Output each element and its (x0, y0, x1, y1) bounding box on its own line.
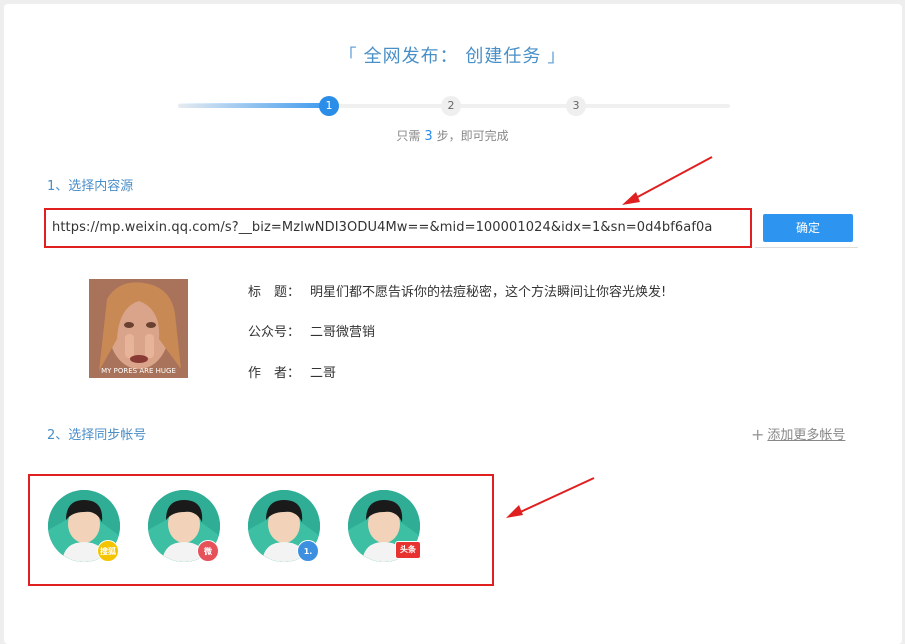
confirm-button[interactable]: 确定 (763, 214, 853, 242)
steps-hint-prefix: 只需 (396, 129, 421, 143)
title-subtitle: 创建任务 (465, 46, 542, 67)
yidian-badge-icon: 1. (297, 540, 319, 562)
step-1[interactable]: 1 (319, 96, 339, 116)
page-title: 「全网发布： 创建任务」 (0, 42, 905, 68)
article-title-row: 标 题： 明星们都不愿告诉你的祛痘秘密，这个方法瞬间让你容光焕发! (248, 281, 666, 300)
weibo-badge-icon: 微 (197, 540, 219, 562)
article-title-value: 明星们都不愿告诉你的祛痘秘密，这个方法瞬间让你容光焕发! (310, 285, 667, 300)
title-bracket-close: 」 (547, 46, 567, 67)
step-track-fill (178, 103, 330, 108)
article-author-row: 作 者： 二哥 (248, 362, 336, 381)
steps-hint-suffix: 步，即可完成 (436, 129, 509, 143)
section-label-sync-accounts: 2、选择同步帐号 (47, 428, 147, 443)
url-input-highlight (44, 208, 752, 248)
steps-hint-count: 3 (424, 129, 433, 144)
article-url-input[interactable] (52, 220, 746, 235)
add-more-accounts-link[interactable]: + 添加更多帐号 (751, 424, 845, 444)
step-3[interactable]: 3 (566, 96, 586, 116)
step-progress: 1 2 3 (178, 96, 730, 118)
article-author-value: 二哥 (310, 366, 337, 381)
article-thumbnail: MY PORES ARE HUGE (89, 279, 188, 378)
steps-hint: 只需 3 步，即可完成 (0, 127, 905, 144)
article-account-row: 公众号： 二哥微营销 (248, 321, 375, 340)
toutiao-badge-icon: 头条 (395, 541, 421, 559)
thumbnail-caption: MY PORES ARE HUGE (101, 367, 176, 375)
sohu-badge-icon: 搜狐 (97, 540, 119, 562)
article-title-label: 标 题： (248, 285, 301, 300)
title-bracket-open: 「 (338, 46, 358, 67)
url-underline (755, 247, 858, 248)
step-2[interactable]: 2 (441, 96, 461, 116)
section-label-content-source: 1、选择内容源 (47, 179, 134, 194)
article-author-label: 作 者： (248, 366, 301, 381)
plus-icon: + (751, 425, 765, 444)
title-main: 全网发布： (363, 46, 459, 67)
article-account-value: 二哥微营销 (310, 325, 376, 340)
add-more-accounts-label: 添加更多帐号 (767, 428, 846, 443)
article-account-label: 公众号： (248, 325, 301, 340)
